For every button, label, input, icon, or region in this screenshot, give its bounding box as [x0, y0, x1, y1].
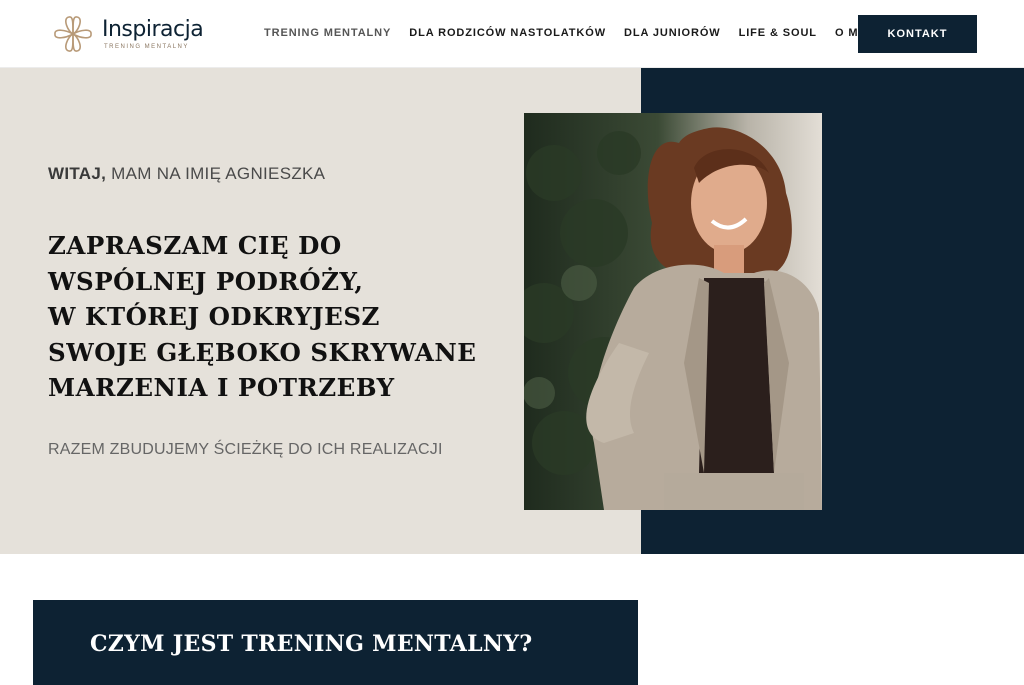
nav-item-trening-mentalny[interactable]: TRENING MENTALNY: [264, 27, 391, 39]
contact-button[interactable]: KONTAKT: [858, 15, 977, 53]
headline-line: W KTÓREJ ODKRYJESZ: [48, 302, 380, 331]
headline-line: SWOJE GŁĘBOKO SKRYWANE: [48, 337, 477, 367]
hero-subline: RAZEM ZBUDUJEMY ŚCIEŻKĘ DO ICH REALIZACJ…: [48, 441, 443, 458]
headline-line: WSPÓLNEJ PODRÓŻY,: [48, 266, 364, 296]
nav-item-dla-rodzicow[interactable]: DLA RODZICÓW NASTOLATKÓW: [409, 27, 606, 39]
portrait-photo: [524, 113, 822, 510]
brand-logo[interactable]: Inspiracja TRENING MENTALNY: [50, 14, 204, 54]
headline-line: MARZENIA I POTRZEBY: [48, 373, 395, 402]
clover-logo-icon: [54, 16, 92, 52]
greeting-bold: WITAJ,: [48, 164, 107, 183]
hero-headline: ZAPRASZAM CIĘ DO WSPÓLNEJ PODRÓŻY, W KTÓ…: [48, 228, 478, 406]
main-nav: TRENING MENTALNY DLA RODZICÓW NASTOLATKÓ…: [264, 27, 897, 39]
brand-name: Inspiracja: [102, 17, 204, 42]
greeting-text: MAM NA IMIĘ AGNIESZKA: [106, 164, 326, 183]
headline-line: ZAPRASZAM CIĘ DO: [48, 231, 342, 260]
hero-greeting: WITAJ, MAM NA IMIĘ AGNIESZKA: [48, 164, 325, 184]
section-title: CZYM JEST TRENING MENTALNY?: [90, 631, 533, 657]
brand-tagline: TRENING MENTALNY: [104, 44, 189, 50]
nav-item-dla-juniorow[interactable]: DLA JUNIORÓW: [624, 27, 721, 39]
nav-item-life-soul[interactable]: LIFE & SOUL: [739, 27, 817, 39]
site-header: Inspiracja TRENING MENTALNY TRENING MENT…: [0, 0, 1024, 68]
